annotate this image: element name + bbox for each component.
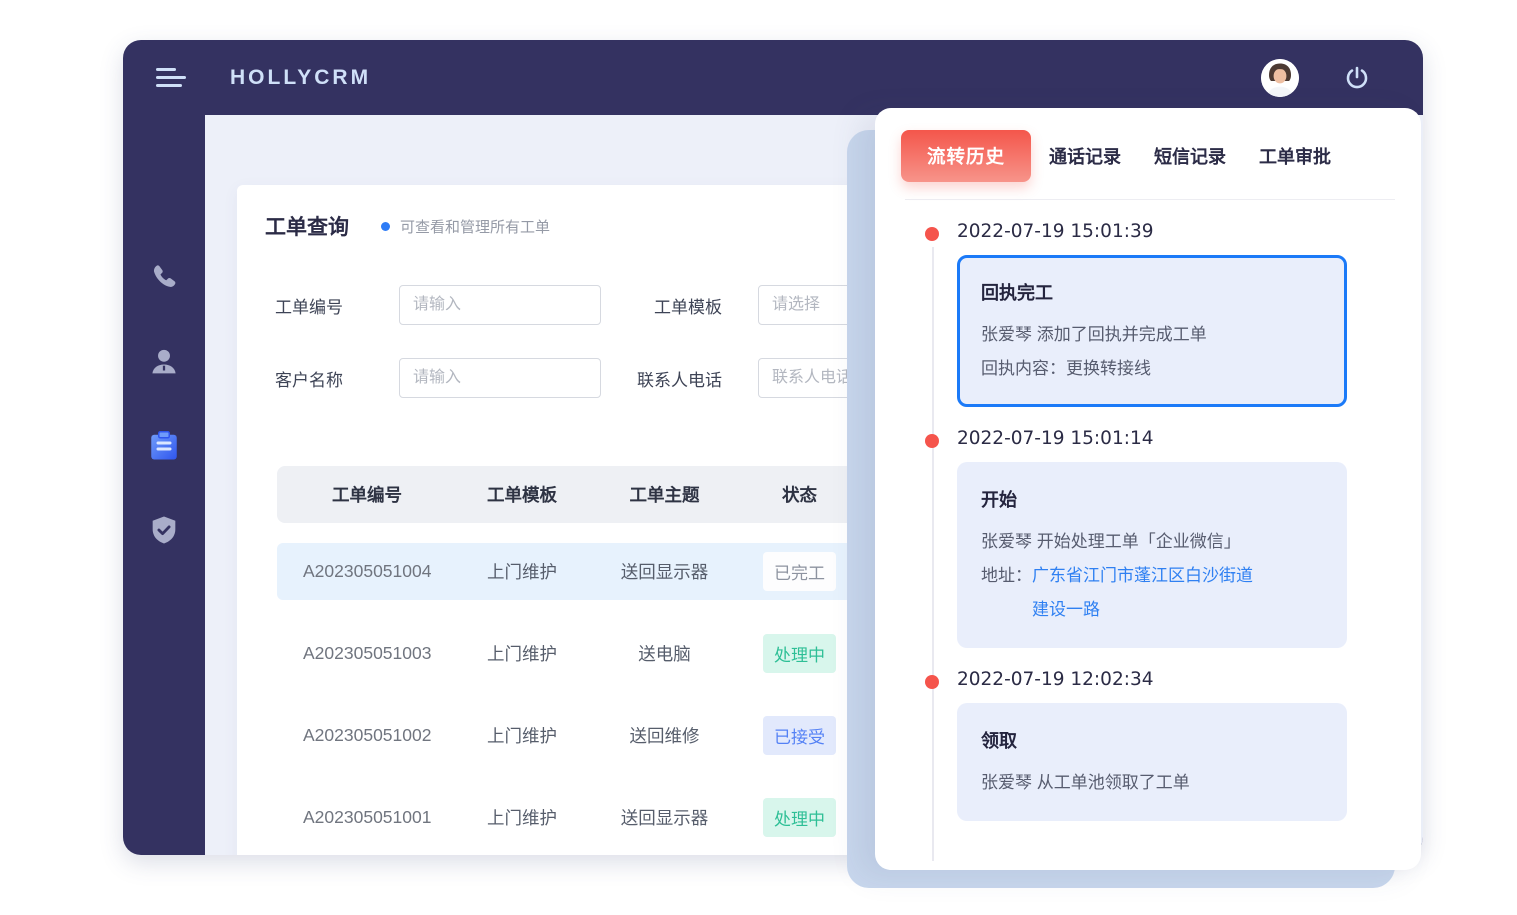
- timeline-card-text: 张爱琴 从工单池领取了工单: [981, 766, 1323, 800]
- col-header-template: 工单模板: [457, 482, 587, 507]
- cell-template: 上门维护: [457, 559, 587, 584]
- timeline-entry: 2022-07-19 15:01:39 回执完工 张爱琴 添加了回执并完成工单 …: [875, 221, 1421, 407]
- timeline-timestamp: 2022-07-19 15:01:39: [957, 221, 1421, 242]
- contacts-icon: [147, 345, 181, 379]
- cell-template: 上门维护: [457, 641, 587, 666]
- tab-circulation-history[interactable]: 流转历史: [901, 130, 1031, 182]
- contact-phone-label: 联系人电话: [601, 366, 758, 391]
- customer-name-input[interactable]: [399, 358, 601, 398]
- cell-subject: 送回维修: [587, 723, 742, 748]
- cell-subject: 送电脑: [587, 641, 742, 666]
- power-logout-icon[interactable]: [1343, 64, 1371, 92]
- timeline-card-title: 领取: [981, 727, 1323, 753]
- timeline-entry: 2022-07-19 15:01:14 开始 张爱琴 开始处理工单「企业微信」 …: [875, 428, 1421, 648]
- page-subtitle: 可查看和管理所有工单: [400, 216, 550, 237]
- timeline-card-completed[interactable]: 回执完工 张爱琴 添加了回执并完成工单 回执内容：更换转接线: [957, 255, 1347, 407]
- timeline-dot-icon: [925, 434, 939, 448]
- header-actions: [1261, 59, 1371, 97]
- avatar-image: [1261, 59, 1299, 97]
- timeline-entry: 2022-07-19 12:02:34 领取 张爱琴 从工单池领取了工单: [875, 669, 1421, 821]
- address-link[interactable]: 广东省江门市蓬江区白沙街道建设一路: [1032, 559, 1264, 627]
- brand-logo: HOLLYCRM: [230, 66, 371, 90]
- timeline-timestamp: 2022-07-19 12:02:34: [957, 669, 1421, 690]
- tab-sms-records[interactable]: 短信记录: [1154, 143, 1226, 169]
- order-detail-panel: 流转历史 通话记录 短信记录 工单审批 2022-07-19 15:01:39 …: [875, 108, 1421, 870]
- col-header-status: 状态: [742, 482, 857, 507]
- nav-sidebar: [123, 115, 205, 855]
- timeline-card-claimed[interactable]: 领取 张爱琴 从工单池领取了工单: [957, 703, 1347, 821]
- cell-subject: 送回显示器: [587, 805, 742, 830]
- user-avatar[interactable]: [1261, 59, 1299, 97]
- timeline-card-started[interactable]: 开始 张爱琴 开始处理工单「企业微信」 地址： 广东省江门市蓬江区白沙街道建设一…: [957, 462, 1347, 648]
- app-header: HOLLYCRM: [123, 40, 1423, 115]
- status-badge: 处理中: [763, 634, 836, 673]
- timeline-dot-icon: [925, 675, 939, 689]
- sidebar-item-calls[interactable]: [146, 260, 182, 296]
- cell-order-no: A202305051002: [277, 725, 457, 746]
- page-title: 工单查询: [265, 211, 349, 241]
- timeline-card-text: 张爱琴 开始处理工单「企业微信」: [981, 525, 1323, 559]
- phone-icon: [147, 261, 181, 295]
- address-label: 地址：: [981, 559, 1032, 593]
- circulation-timeline: 2022-07-19 15:01:39 回执完工 张爱琴 添加了回执并完成工单 …: [875, 221, 1421, 821]
- timeline-card-title: 开始: [981, 486, 1323, 512]
- order-no-input[interactable]: [399, 285, 601, 325]
- title-dot-icon: [381, 222, 390, 231]
- cell-template: 上门维护: [457, 723, 587, 748]
- tabs-divider: [905, 199, 1395, 200]
- screenshot-stage: HOLLYCRM: [0, 0, 1517, 915]
- cell-order-no: A202305051003: [277, 643, 457, 664]
- timeline-card-text: 回执内容：更换转接线: [981, 352, 1323, 386]
- timeline-card-text: 张爱琴 添加了回执并完成工单: [981, 318, 1323, 352]
- template-label: 工单模板: [601, 293, 758, 318]
- work-order-clipboard-icon: [146, 428, 182, 464]
- timeline-dot-icon: [925, 227, 939, 241]
- status-badge: 已完工: [763, 552, 836, 591]
- sidebar-item-contacts[interactable]: [146, 344, 182, 380]
- tab-order-approval[interactable]: 工单审批: [1259, 143, 1331, 169]
- cell-order-no: A202305051001: [277, 807, 457, 828]
- status-badge: 已接受: [763, 716, 836, 755]
- cell-template: 上门维护: [457, 805, 587, 830]
- customer-name-label: 客户名称: [275, 366, 399, 391]
- cell-subject: 送回显示器: [587, 559, 742, 584]
- col-header-order-no: 工单编号: [277, 482, 457, 507]
- tab-call-records[interactable]: 通话记录: [1049, 143, 1121, 169]
- shield-check-icon: [147, 513, 181, 547]
- timeline-card-title: 回执完工: [981, 279, 1323, 305]
- menu-hamburger-icon[interactable]: [156, 63, 186, 92]
- detail-tabs: 流转历史 通话记录 短信记录 工单审批: [875, 108, 1421, 182]
- timeline-timestamp: 2022-07-19 15:01:14: [957, 428, 1421, 449]
- sidebar-item-security[interactable]: [146, 512, 182, 548]
- col-header-subject: 工单主题: [587, 482, 742, 507]
- cell-order-no: A202305051004: [277, 561, 457, 582]
- status-badge: 处理中: [763, 798, 836, 837]
- sidebar-item-work-orders[interactable]: [146, 428, 182, 464]
- order-no-label: 工单编号: [275, 293, 399, 318]
